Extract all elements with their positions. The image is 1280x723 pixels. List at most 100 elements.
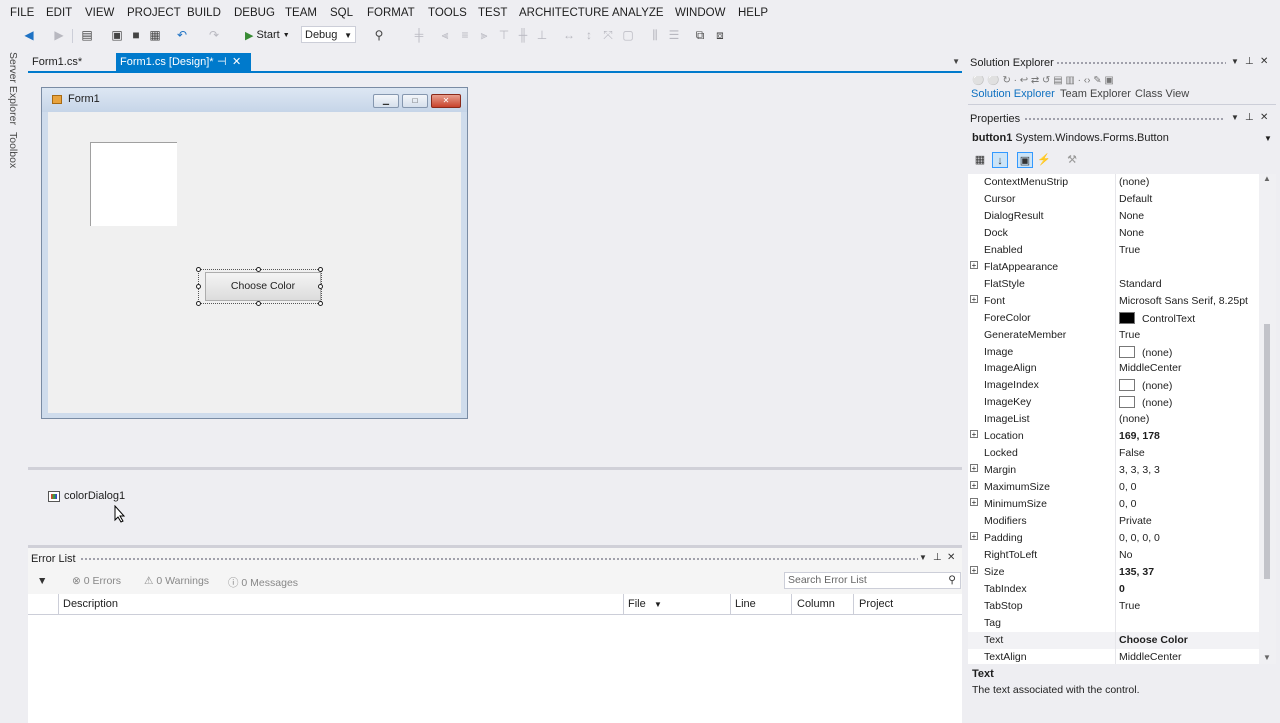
horizontal-spacing-icon[interactable]: ⫼: [648, 28, 662, 42]
chevron-down-icon[interactable]: ▼: [919, 553, 927, 562]
pin-icon[interactable]: ⊥: [1245, 112, 1254, 123]
property-row[interactable]: + Padding 0, 0, 0, 0: [968, 529, 1259, 547]
menu-project[interactable]: PROJECT: [127, 7, 181, 19]
expand-icon[interactable]: +: [970, 464, 978, 473]
resize-handle[interactable]: [196, 301, 201, 306]
close-icon[interactable]: ✕: [1260, 112, 1268, 123]
vertical-spacing-icon[interactable]: ☰: [667, 28, 681, 42]
resize-handle[interactable]: [318, 301, 323, 306]
menu-architecture[interactable]: ARCHITECTURE: [519, 7, 609, 19]
property-row[interactable]: ImageKey (none): [968, 394, 1259, 412]
property-row[interactable]: DialogResult None: [968, 207, 1259, 225]
align-grid-icon[interactable]: ╪: [412, 28, 426, 42]
alphabetical-icon[interactable]: ↓: [992, 152, 1008, 168]
tab-form1-code[interactable]: Form1.cs*: [28, 53, 86, 71]
close-icon[interactable]: ✕: [431, 94, 461, 108]
property-value-cell[interactable]: (none): [1119, 396, 1172, 409]
resize-handle[interactable]: [256, 267, 261, 272]
save-icon[interactable]: ■: [129, 28, 143, 42]
property-value-cell[interactable]: True: [1119, 600, 1140, 612]
property-row[interactable]: ImageIndex (none): [968, 377, 1259, 395]
expand-icon[interactable]: +: [970, 531, 978, 540]
menu-window[interactable]: WINDOW: [675, 7, 725, 19]
start-debug-button[interactable]: ▶ Start ▼: [245, 27, 290, 43]
open-file-icon[interactable]: ▣: [110, 28, 124, 42]
scroll-down-icon[interactable]: ▼: [1263, 653, 1271, 662]
property-value-cell[interactable]: ControlText: [1119, 311, 1195, 325]
resize-handle[interactable]: [196, 267, 201, 272]
tab-form1-design[interactable]: Form1.cs [Design]* ⊣ ✕: [116, 53, 251, 71]
property-value-cell[interactable]: Private: [1119, 515, 1152, 527]
events-icon[interactable]: ⚡: [1036, 152, 1052, 168]
properties-icon[interactable]: ▣: [1017, 152, 1033, 168]
new-project-icon[interactable]: ▤: [80, 28, 94, 42]
find-icon[interactable]: ⚲: [372, 28, 386, 42]
property-row[interactable]: TextAlign MiddleCenter: [968, 648, 1259, 664]
expand-icon[interactable]: +: [970, 498, 978, 507]
property-pages-icon[interactable]: ⚒: [1064, 152, 1080, 168]
object-selector[interactable]: button1 System.Windows.Forms.Button: [972, 132, 1169, 144]
choose-color-button[interactable]: Choose Color: [205, 272, 321, 301]
form-window[interactable]: Form1 ▁ □ ✕ Choose Color: [41, 87, 468, 419]
tab-solution-explorer[interactable]: Solution Explorer: [971, 88, 1055, 100]
align-middles-icon[interactable]: ╫: [516, 28, 530, 42]
menu-build[interactable]: BUILD: [187, 7, 221, 19]
resize-handle[interactable]: [196, 284, 201, 289]
property-value-cell[interactable]: (none): [1119, 176, 1149, 188]
back-icon[interactable]: ◀: [22, 28, 36, 42]
property-value-cell[interactable]: (none): [1119, 345, 1172, 359]
solution-explorer-toolbar[interactable]: ⚪ ⚪ ↻ · ↩ ⇄ ↺ ▤ ▥ · ‹› ✎ ▣: [972, 76, 1212, 86]
tab-class-view[interactable]: Class View: [1135, 88, 1189, 100]
property-value-cell[interactable]: No: [1119, 549, 1132, 561]
server-explorer-tab[interactable]: Server Explorer: [7, 52, 19, 125]
property-value-cell[interactable]: MiddleCenter: [1119, 651, 1181, 663]
property-value-cell[interactable]: Microsoft Sans Serif, 8.25pt: [1119, 295, 1248, 307]
resize-handle[interactable]: [318, 284, 323, 289]
property-value-cell[interactable]: 135, 37: [1119, 566, 1154, 578]
menu-analyze[interactable]: ANALYZE: [612, 7, 664, 19]
pin-icon[interactable]: ⊣: [217, 53, 227, 71]
panel-grip[interactable]: [1056, 61, 1226, 66]
property-row[interactable]: Tag: [968, 614, 1259, 632]
same-width-icon[interactable]: ↔: [562, 28, 576, 42]
property-row[interactable]: RightToLeft No: [968, 546, 1259, 564]
menu-format[interactable]: FORMAT: [367, 7, 415, 19]
messages-filter[interactable]: ⓘ 0 Messages: [228, 575, 298, 590]
property-value-cell[interactable]: None: [1119, 210, 1144, 222]
categorized-icon[interactable]: ▦: [972, 152, 988, 168]
bring-to-front-icon[interactable]: ⧉: [693, 28, 707, 42]
color-dialog-component[interactable]: colorDialog1: [48, 490, 125, 502]
pin-icon[interactable]: ⊥: [933, 552, 942, 563]
send-to-back-icon[interactable]: ⧈: [713, 28, 727, 42]
column-project[interactable]: Project: [859, 598, 893, 610]
resize-handle[interactable]: [318, 267, 323, 272]
property-row[interactable]: FlatStyle Standard: [968, 275, 1259, 293]
size-to-grid-icon[interactable]: ▢: [621, 28, 635, 42]
property-value-cell[interactable]: Standard: [1119, 278, 1162, 290]
filter-icon[interactable]: ▼: [37, 575, 47, 587]
picture-box[interactable]: [90, 142, 177, 226]
chevron-down-icon[interactable]: ▼: [1264, 134, 1272, 143]
undo-icon[interactable]: ↶: [175, 28, 189, 42]
minimize-icon[interactable]: ▁: [373, 94, 399, 108]
scroll-up-icon[interactable]: ▲: [1263, 174, 1271, 183]
search-error-list-input[interactable]: Search Error List ⚲: [784, 572, 961, 589]
property-value-cell[interactable]: (none): [1119, 379, 1172, 392]
solution-config-combo[interactable]: Debug ▼: [301, 26, 356, 43]
property-row[interactable]: Modifiers Private: [968, 513, 1259, 530]
property-row[interactable]: Image (none): [968, 343, 1259, 361]
panel-grip[interactable]: [80, 557, 918, 562]
column-file[interactable]: File: [628, 598, 646, 610]
menu-edit[interactable]: EDIT: [46, 7, 72, 19]
toolbox-tab[interactable]: Toolbox: [7, 132, 19, 168]
same-height-icon[interactable]: ↕: [582, 28, 596, 42]
property-row[interactable]: TabIndex 0: [968, 580, 1259, 598]
property-value-cell[interactable]: 0, 0: [1119, 481, 1137, 493]
tab-team-explorer[interactable]: Team Explorer: [1060, 88, 1131, 100]
panel-grip[interactable]: [1024, 117, 1224, 122]
menu-file[interactable]: FILE: [10, 7, 34, 19]
property-value-cell[interactable]: 0, 0, 0, 0: [1119, 532, 1160, 544]
menu-test[interactable]: TEST: [478, 7, 507, 19]
property-row[interactable]: GenerateMember True: [968, 326, 1259, 344]
column-line[interactable]: Line: [735, 598, 756, 610]
